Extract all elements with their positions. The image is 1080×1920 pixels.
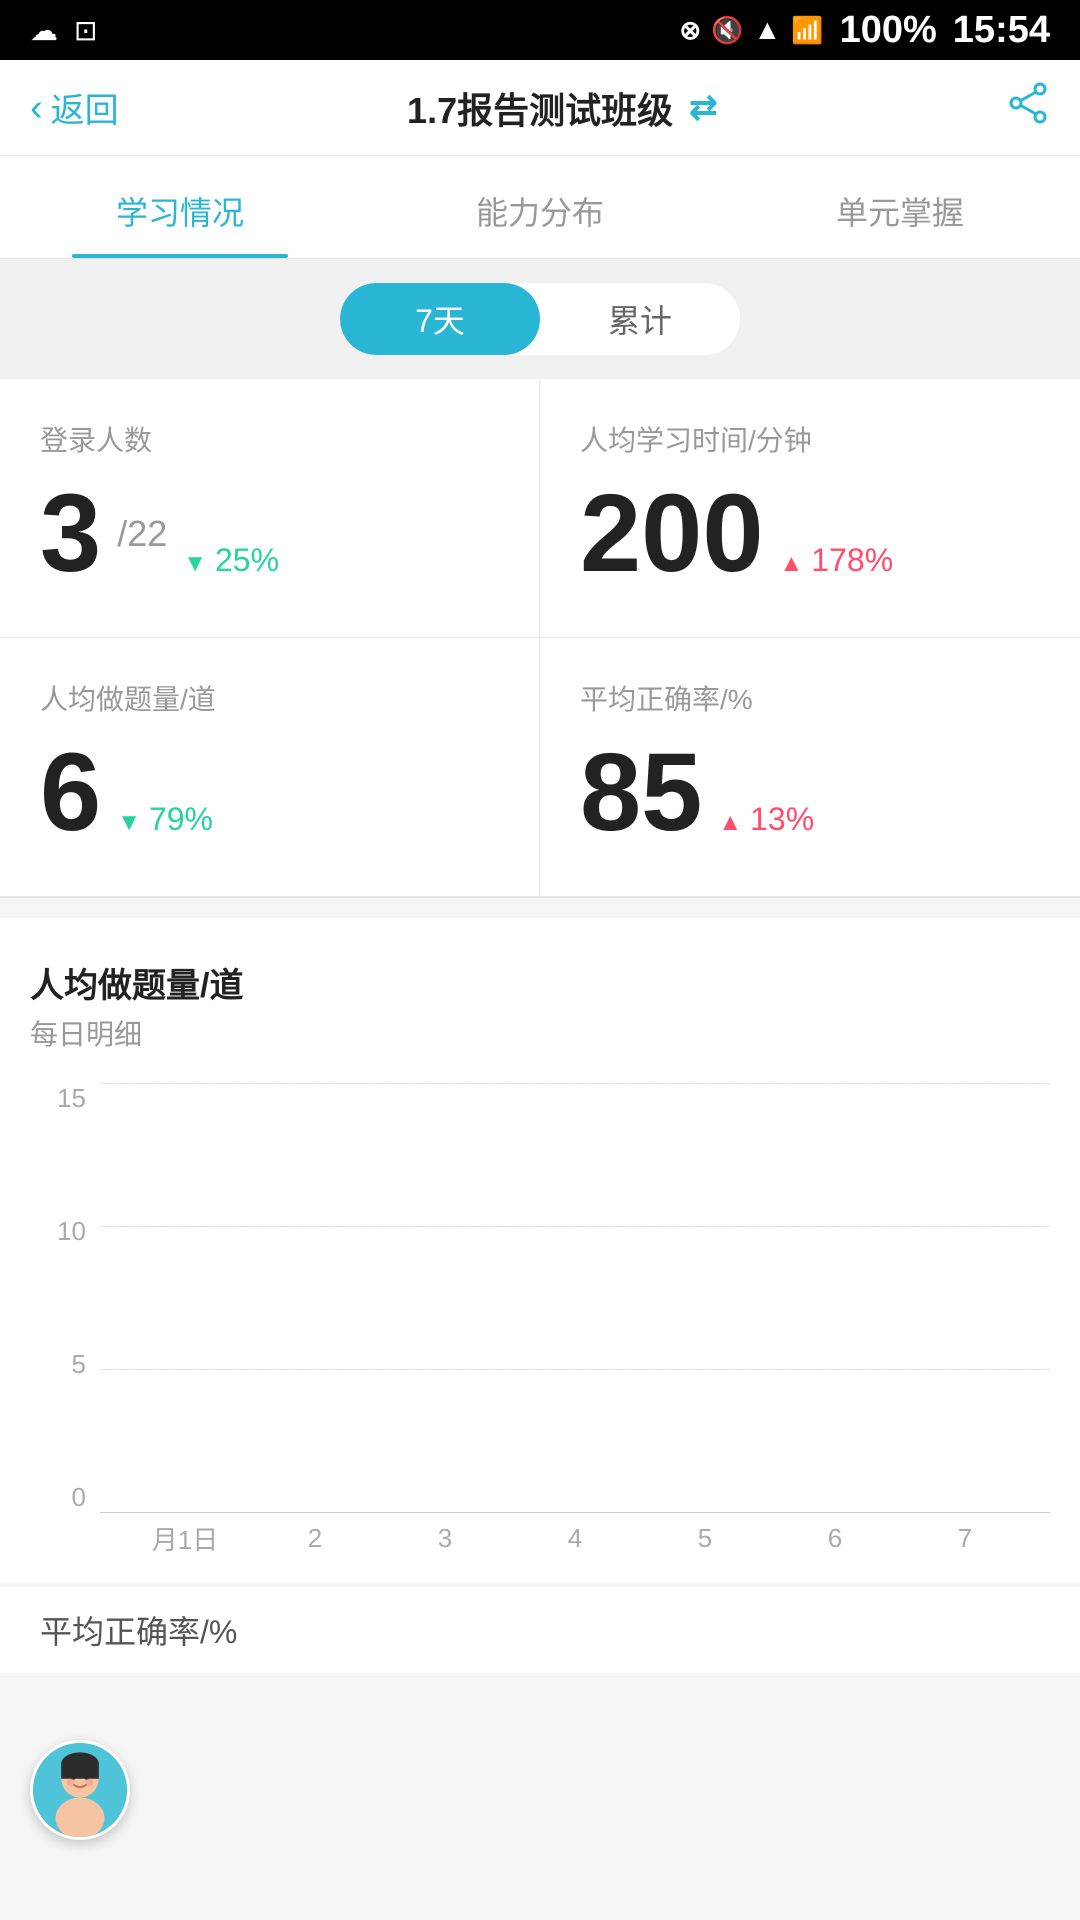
tab-unit-label: 单元掌握 — [836, 195, 964, 231]
chevron-left-icon: ‹ — [30, 89, 43, 127]
signal-icons: ⊗ 🔇 ▲ 📶 — [679, 14, 823, 46]
stat-login-label: 登录人数 — [40, 419, 499, 459]
signal-icon: 📶 — [791, 15, 823, 46]
stat-study-time: 人均学习时间/分钟 200 178% — [540, 379, 1080, 638]
back-label: 返回 — [51, 83, 119, 132]
stat-questions: 人均做题量/道 6 79% — [0, 638, 540, 897]
toggle-cumulative[interactable]: 累计 — [540, 283, 740, 355]
arrow-down-icon — [183, 542, 207, 579]
tab-ability-label: 能力分布 — [476, 195, 604, 231]
chart-section: 人均做题量/道 每日明细 15 10 5 0 — [0, 918, 1080, 1583]
chart-plot — [100, 1083, 1050, 1513]
status-bar: ☁ ⊡ ⊗ 🔇 ▲ 📶 100% 15:54 — [0, 0, 1080, 60]
arrow-up-icon-2 — [718, 801, 742, 838]
header: ‹ 返回 1.7报告测试班级 ⇄ — [0, 60, 1080, 156]
stat-login-count: 登录人数 3 /22 25% — [0, 379, 540, 638]
chart-bars — [100, 1083, 1050, 1513]
wifi-icon: ▲ — [754, 14, 782, 46]
chart-subtitle: 每日明细 — [30, 1013, 1050, 1053]
stat-questions-main: 6 — [40, 738, 101, 848]
title-text: 1.7报告测试班级 — [407, 82, 673, 134]
tabs: 学习情况 能力分布 单元掌握 — [0, 156, 1080, 259]
avatar-svg — [33, 1743, 127, 1837]
y-label-0: 0 — [72, 1482, 86, 1513]
tab-ability[interactable]: 能力分布 — [360, 156, 720, 258]
stat-study-pct: 178% — [811, 542, 893, 579]
chart-title: 人均做题量/道 — [30, 958, 1050, 1007]
y-label-15: 15 — [57, 1083, 86, 1114]
stat-questions-label: 人均做题量/道 — [40, 678, 499, 718]
status-left-icons: ☁ ⊡ — [30, 14, 97, 47]
stat-questions-change: 79% — [117, 801, 213, 838]
stat-study-main: 200 — [580, 479, 764, 589]
stat-study-value-row: 200 178% — [580, 479, 1040, 589]
toggle-section: 7天 累计 — [0, 259, 1080, 379]
toggle-7days-label: 7天 — [415, 296, 465, 342]
avatar[interactable] — [30, 1740, 130, 1840]
stat-login-value-row: 3 /22 25% — [40, 479, 499, 589]
x-label-7: 7 — [900, 1523, 1030, 1554]
x-label-1: 月1日 — [120, 1520, 250, 1557]
chart-x-labels: 月1日 2 3 4 5 6 7 — [100, 1513, 1050, 1563]
tab-learning[interactable]: 学习情况 — [0, 156, 360, 258]
toggle-cumulative-label: 累计 — [608, 296, 672, 342]
tab-unit[interactable]: 单元掌握 — [720, 156, 1080, 258]
back-button[interactable]: ‹ 返回 — [30, 83, 119, 132]
battery-label: 100% — [840, 9, 937, 52]
share-button[interactable] — [1006, 81, 1050, 135]
stat-study-label: 人均学习时间/分钟 — [580, 419, 1040, 459]
stat-study-change: 178% — [780, 542, 894, 579]
bottom-section-label: 平均正确率/% — [0, 1587, 1080, 1673]
y-label-10: 10 — [57, 1216, 86, 1247]
period-toggle: 7天 累计 — [340, 283, 740, 355]
stat-accuracy-pct: 13% — [750, 801, 814, 838]
stat-questions-value-row: 6 79% — [40, 738, 499, 848]
volume-mute-icon: 🔇 — [711, 15, 743, 46]
stat-accuracy-change: 13% — [718, 801, 814, 838]
chart-container: 15 10 5 0 — [30, 1083, 1050, 1563]
x-label-6: 6 — [770, 1523, 900, 1554]
x-label-2: 2 — [250, 1523, 380, 1554]
share-icon — [1006, 81, 1050, 125]
stat-accuracy-label: 平均正确率/% — [580, 678, 1040, 718]
arrow-down-icon-2 — [117, 801, 141, 838]
stat-accuracy: 平均正确率/% 85 13% — [540, 638, 1080, 897]
stat-login-pct: 25% — [215, 542, 279, 579]
stat-login-change: 25% — [183, 542, 279, 579]
arrow-up-icon — [780, 542, 804, 579]
x-label-5: 5 — [640, 1523, 770, 1554]
cloud-icon: ☁ — [30, 14, 58, 47]
time-label: 15:54 — [953, 9, 1050, 52]
x-label-3: 3 — [380, 1523, 510, 1554]
chart-y-axis: 15 10 5 0 — [30, 1083, 100, 1513]
x-label-4: 4 — [510, 1523, 640, 1554]
bluetooth-mute-icon: ⊗ — [679, 15, 701, 46]
image-icon: ⊡ — [74, 14, 97, 47]
stats-grid: 登录人数 3 /22 25% 人均学习时间/分钟 200 178% 人均做题量/… — [0, 379, 1080, 898]
stat-login-main: 3 — [40, 479, 101, 589]
status-right-info: ⊗ 🔇 ▲ 📶 100% 15:54 — [679, 9, 1050, 52]
y-label-5: 5 — [72, 1349, 86, 1380]
toggle-7days[interactable]: 7天 — [340, 283, 540, 355]
stat-login-sub: /22 — [117, 513, 167, 555]
shuffle-icon[interactable]: ⇄ — [689, 88, 718, 128]
stat-accuracy-main: 85 — [580, 738, 702, 848]
stat-questions-pct: 79% — [149, 801, 213, 838]
tab-learning-label: 学习情况 — [116, 195, 244, 231]
header-title: 1.7报告测试班级 ⇄ — [407, 82, 718, 134]
stat-accuracy-value-row: 85 13% — [580, 738, 1040, 848]
